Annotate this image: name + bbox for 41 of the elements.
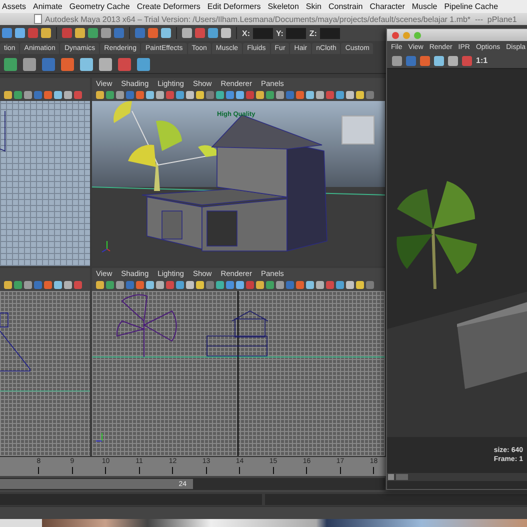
- scrollbar-thumb[interactable]: [396, 474, 408, 480]
- tool-icon[interactable]: [61, 58, 74, 70]
- field-label: Y:: [276, 28, 284, 38]
- axis-icon: [102, 240, 110, 252]
- tool-icon[interactable]: [118, 58, 131, 70]
- zoom-icon[interactable]: [414, 32, 421, 38]
- minimize-icon[interactable]: [403, 32, 410, 38]
- menu-item[interactable]: Character: [370, 2, 405, 11]
- house-wireframe-drawing: [206, 310, 268, 356]
- tool-icon[interactable]: [4, 58, 17, 70]
- field-label: X:: [242, 28, 250, 38]
- menu-item[interactable]: Create Deformers: [136, 2, 200, 11]
- document-icon: [34, 14, 42, 24]
- menu-item[interactable]: Edit Deformers: [207, 2, 261, 11]
- menu-item[interactable]: Pipeline Cache: [444, 2, 498, 11]
- menu-item[interactable]: Assets: [2, 2, 26, 11]
- field-label: Z:: [309, 28, 317, 38]
- menu-item[interactable]: Muscle: [412, 2, 438, 11]
- palm-wireframe-drawing: [116, 294, 177, 358]
- menu-item[interactable]: Skeleton: [268, 2, 299, 11]
- input-field[interactable]: [253, 28, 273, 38]
- close-icon[interactable]: [392, 32, 399, 38]
- window-title: Autodesk Maya 2013 x64 – Trial Version: /Users/Ilham.Lesmana/Documents/maya/projects/default/scenes/belajar 1.mb* --- pPlane1: [45, 14, 517, 24]
- tool-icon[interactable]: [137, 58, 150, 70]
- menu-item[interactable]: Animate: [33, 2, 62, 11]
- tool-icon[interactable]: [99, 58, 112, 70]
- axis-icon: [96, 432, 102, 442]
- viewport[interactable]: [92, 291, 385, 456]
- viewport[interactable]: [0, 291, 90, 456]
- menu-item[interactable]: Geometry Cache: [69, 2, 130, 11]
- menu-item[interactable]: Constrain: [328, 2, 363, 11]
- input-field[interactable]: [320, 28, 340, 38]
- menu-item[interactable]: Skin: [306, 2, 322, 11]
- input-field[interactable]: [286, 28, 306, 38]
- wireframe-drawing: [0, 110, 6, 152]
- command-line-field[interactable]: [0, 494, 262, 504]
- viewport[interactable]: [0, 101, 90, 266]
- tool-icon[interactable]: [80, 58, 93, 70]
- zoom-ratio-button[interactable]: 1:1: [476, 56, 488, 65]
- tool-icon[interactable]: [23, 58, 36, 70]
- view-cube-icon[interactable]: [342, 116, 374, 144]
